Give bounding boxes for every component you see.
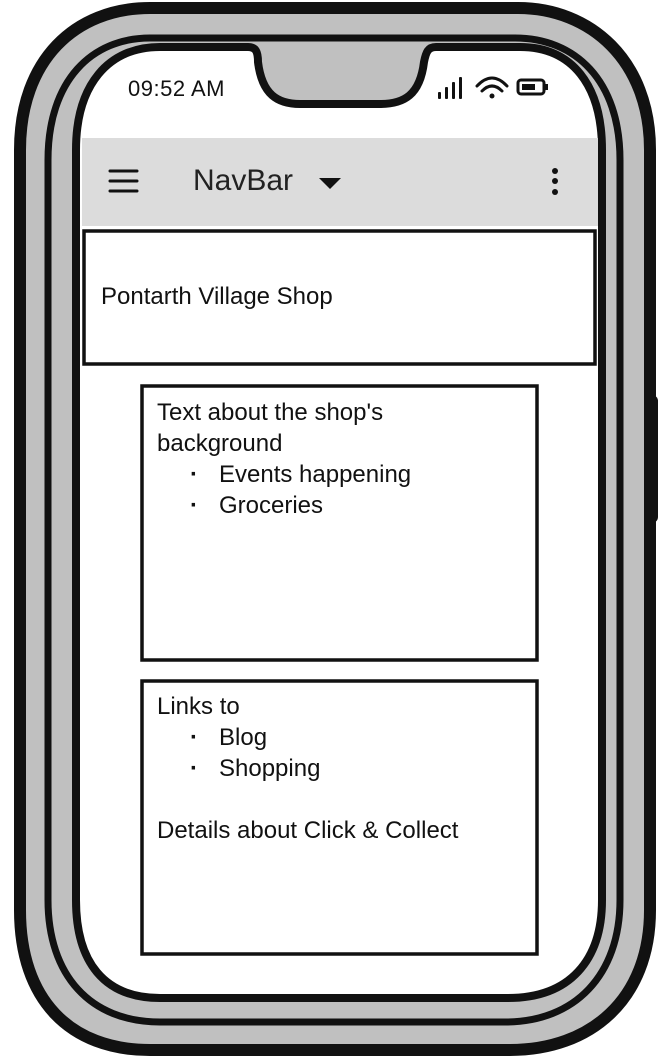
list-item: Groceries [157,490,527,521]
link-item-shopping[interactable]: Shopping [157,753,527,784]
menu-button[interactable] [102,160,146,204]
shop-title: Pontarth Village Shop [101,283,333,310]
background-panel-text: Text about the shop's background Events … [157,397,527,521]
navbar-title[interactable]: NavBar [193,164,293,198]
phone-frame [14,2,658,1056]
status-time: 09:52 AM [128,76,225,101]
link-item-blog[interactable]: Blog [157,722,527,753]
click-collect-details: Details about Click & Collect [157,817,459,844]
list-item: Events happening [157,459,527,490]
navbar-dropdown-button[interactable] [312,166,348,200]
background-text-line-2: background [157,430,283,457]
links-heading: Links to [157,693,240,720]
background-text-line-1: Text about the shop's [157,399,384,426]
links-panel-text: Links to Blog Shopping Details about Cli… [157,691,527,846]
more-options-button[interactable] [538,160,574,204]
